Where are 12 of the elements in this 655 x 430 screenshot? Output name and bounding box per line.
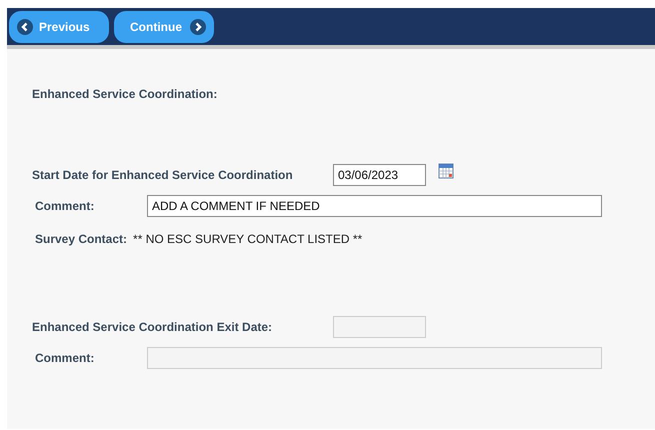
comment-field[interactable]: ADD A COMMENT IF NEEDED	[147, 195, 602, 217]
field-label: Comment:	[35, 351, 96, 365]
calendar-icon[interactable]	[438, 162, 454, 180]
chevron-right-icon	[190, 18, 206, 34]
field-label: Enhanced Service Coordination Exit Date:	[32, 320, 274, 334]
survey-contact-value: ** NO ESC SURVEY CONTACT LISTED **	[133, 232, 362, 246]
field-label: Survey Contact:	[35, 232, 128, 246]
chevron-left-icon	[17, 18, 33, 34]
field-label: Comment:	[35, 199, 96, 213]
date-field[interactable]: 03/06/2023	[333, 164, 426, 186]
field-label: Start Date for Enhanced Service Coordination	[32, 168, 294, 182]
section-title: Enhanced Service Coordination:	[32, 87, 218, 103]
